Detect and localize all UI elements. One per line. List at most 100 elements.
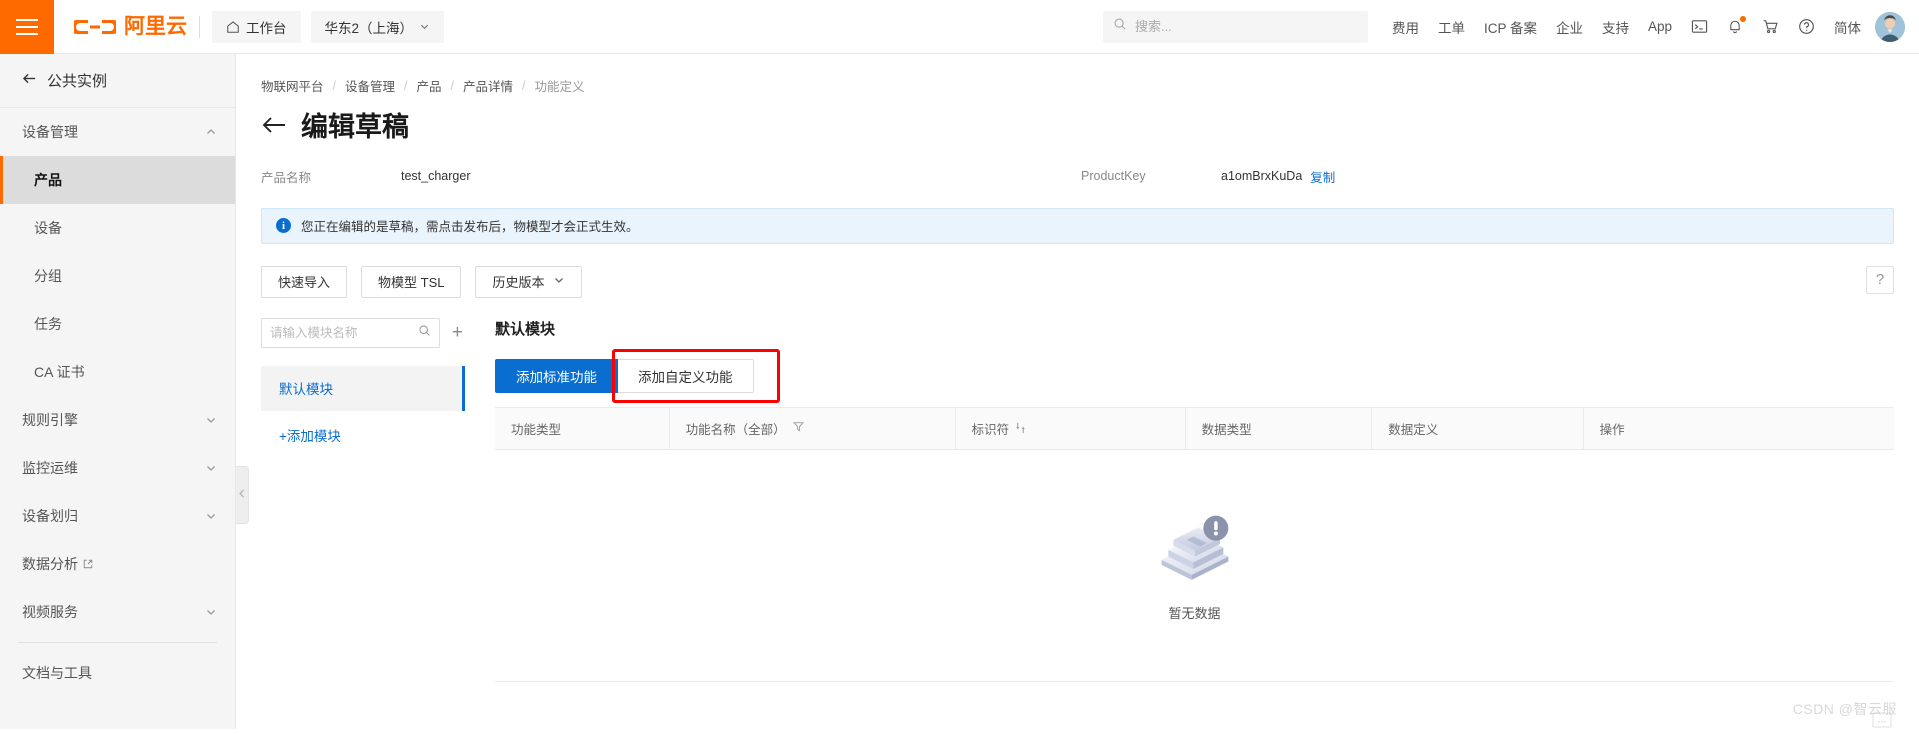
header-link-enterprise[interactable]: 企业: [1556, 17, 1583, 37]
sidebar-group-label: 设备管理: [22, 122, 205, 142]
chevron-left-icon: [238, 488, 246, 502]
empty-state-text: 暂无数据: [1168, 603, 1220, 622]
meta-value: test_charger: [401, 169, 470, 183]
breadcrumb-item-function-definition: 功能定义: [535, 76, 585, 95]
sidebar-collapse-handle[interactable]: [236, 466, 249, 524]
header-link-icp[interactable]: ICP 备案: [1484, 17, 1537, 37]
column-operation: 操作: [1583, 407, 1894, 449]
sidebar-item-label: 产品: [34, 170, 217, 190]
quick-import-button[interactable]: 快速导入: [261, 266, 347, 298]
meta-label: ProductKey: [1081, 169, 1221, 183]
history-version-button[interactable]: 历史版本: [475, 266, 581, 298]
breadcrumb: 物联网平台 / 设备管理 / 产品 / 产品详情 / 功能定义: [236, 54, 1919, 95]
function-table-head: 功能类型 功能名称（全部）: [495, 407, 1894, 449]
module-detail-title: 默认模块: [495, 318, 1894, 339]
sidebar-item-group[interactable]: 分组: [0, 252, 235, 300]
breadcrumb-item-device-management[interactable]: 设备管理: [345, 76, 395, 95]
column-header-label: 功能类型: [511, 419, 561, 438]
sidebar-item-label: 数据分析: [22, 554, 78, 574]
workbench-label: 工作台: [246, 17, 287, 37]
info-icon: i: [276, 218, 291, 233]
header-icon-group: 简体: [1691, 17, 1861, 37]
bell-icon[interactable]: [1727, 18, 1743, 35]
breadcrumb-separator: /: [333, 79, 336, 93]
sidebar-group-rule-engine[interactable]: 规则引擎: [0, 396, 235, 444]
chevron-down-icon: [419, 21, 430, 32]
header-link-support[interactable]: 支持: [1602, 17, 1629, 37]
product-meta-row: 产品名称 test_charger ProductKey a1omBrxKuDa…: [236, 143, 1919, 186]
sidebar-item-label: 分组: [34, 266, 217, 286]
page-back-arrow-icon[interactable]: [261, 115, 287, 140]
region-label: 华东2（上海）: [325, 17, 414, 37]
search-icon: [1113, 17, 1127, 36]
language-switcher[interactable]: 简体: [1834, 17, 1861, 37]
filter-icon[interactable]: [793, 421, 804, 435]
add-module-plus-icon[interactable]: +: [450, 323, 465, 342]
column-function-name: 功能名称（全部）: [669, 407, 955, 449]
meta-label: 产品名称: [261, 167, 401, 186]
sidebar-group-device-management[interactable]: 设备管理: [0, 108, 235, 156]
breadcrumb-separator: /: [522, 79, 525, 93]
sidebar-item-device[interactable]: 设备: [0, 204, 235, 252]
empty-box-icon: [1155, 508, 1235, 585]
main-content: 物联网平台 / 设备管理 / 产品 / 产品详情 / 功能定义 编辑草稿 产品名…: [236, 54, 1919, 729]
sidebar-item-docs-and-tools[interactable]: 文档与工具: [0, 649, 235, 697]
header-links: 费用 工单 ICP 备案 企业 支持 App: [1392, 17, 1672, 37]
sidebar-group-device-assignment[interactable]: 设备划归: [0, 492, 235, 540]
tray-icon: [1869, 707, 1895, 729]
add-custom-function-button[interactable]: 添加自定义功能: [618, 359, 754, 393]
module-list-item-default[interactable]: 默认模块: [261, 366, 465, 411]
module-search-input[interactable]: [270, 326, 412, 340]
header-link-app[interactable]: App: [1648, 19, 1672, 34]
sidebar-back-public-instance[interactable]: 公共实例: [0, 54, 235, 108]
copy-product-key-button[interactable]: 复制: [1310, 167, 1335, 186]
tsl-model-button[interactable]: 物模型 TSL: [361, 266, 461, 298]
sidebar-item-product[interactable]: 产品: [0, 156, 235, 204]
module-panel: + 默认模块 +添加模块: [261, 318, 465, 682]
breadcrumb-separator: /: [404, 79, 407, 93]
user-avatar[interactable]: [1875, 12, 1905, 42]
hamburger-icon[interactable]: [0, 0, 54, 54]
sidebar-item-ca-certificate[interactable]: CA 证书: [0, 348, 235, 396]
sidebar-item-label: 任务: [34, 314, 217, 334]
global-search[interactable]: [1103, 11, 1368, 43]
notification-badge: [1740, 16, 1746, 22]
help-button[interactable]: ?: [1866, 266, 1894, 294]
module-search-box[interactable]: [261, 318, 440, 348]
column-data-definition: 数据定义: [1372, 407, 1583, 449]
breadcrumb-item-product[interactable]: 产品: [417, 76, 442, 95]
meta-value: a1omBrxKuDa: [1221, 169, 1302, 183]
column-header-label: 数据定义: [1388, 419, 1438, 438]
sidebar-group-monitoring[interactable]: 监控运维: [0, 444, 235, 492]
module-detail-panel: 默认模块 添加标准功能 添加自定义功能 功能类型: [465, 318, 1894, 682]
column-function-type: 功能类型: [495, 407, 669, 449]
add-standard-function-button[interactable]: 添加标准功能: [495, 359, 618, 393]
draft-notice-banner: i 您正在编辑的是草稿，需点击发布后，物模型才会正式生效。: [261, 208, 1894, 244]
cart-icon[interactable]: [1762, 18, 1779, 35]
sidebar-item-task[interactable]: 任务: [0, 300, 235, 348]
sidebar-item-data-analysis[interactable]: 数据分析: [0, 540, 235, 588]
page-title-row: 编辑草稿: [236, 95, 1919, 143]
search-input[interactable]: [1135, 19, 1358, 34]
sidebar-item-label: CA 证书: [34, 362, 217, 382]
header-link-fee[interactable]: 费用: [1392, 17, 1419, 37]
meta-product-key: ProductKey a1omBrxKuDa 复制: [1081, 167, 1335, 186]
terminal-icon[interactable]: [1691, 18, 1708, 35]
help-circle-icon[interactable]: [1798, 18, 1815, 35]
header-link-ticket[interactable]: 工单: [1438, 17, 1465, 37]
brand-logo-link[interactable]: 阿里云: [74, 16, 187, 38]
chevron-down-icon: [205, 414, 217, 426]
column-identifier: 标识符: [955, 407, 1185, 449]
breadcrumb-item-product-detail[interactable]: 产品详情: [463, 76, 513, 95]
chevron-down-icon: [205, 462, 217, 474]
draft-notice-text: 您正在编辑的是草稿，需点击发布后，物模型才会正式生效。: [301, 216, 639, 235]
top-header: 阿里云 工作台 华东2（上海） 费用 工单 ICP 备案 企业: [0, 0, 1919, 54]
add-module-link[interactable]: +添加模块: [261, 411, 465, 445]
sidebar-group-video-service[interactable]: 视频服务: [0, 588, 235, 636]
home-icon: [226, 20, 240, 34]
module-list: 默认模块: [261, 366, 465, 411]
breadcrumb-item-iot-platform[interactable]: 物联网平台: [261, 76, 324, 95]
sort-icon[interactable]: [1016, 422, 1025, 434]
region-selector[interactable]: 华东2（上海）: [311, 11, 445, 43]
workbench-button[interactable]: 工作台: [212, 11, 301, 43]
